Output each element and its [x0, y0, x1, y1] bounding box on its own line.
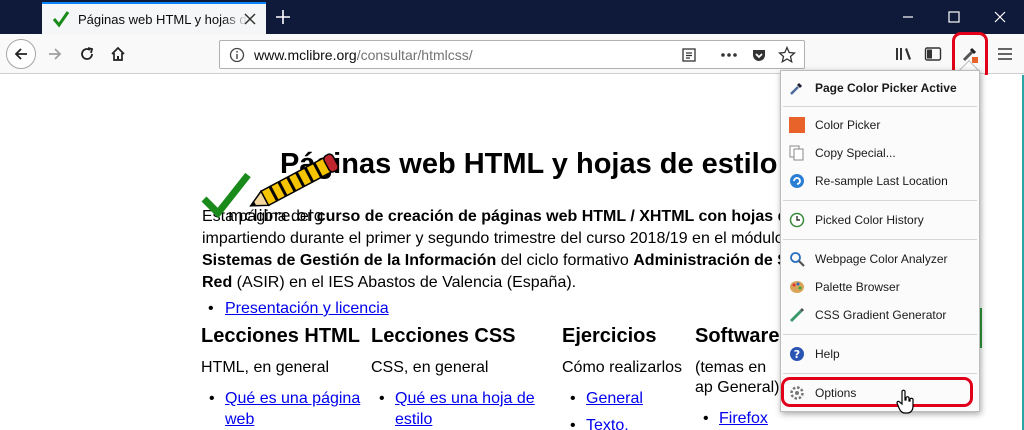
menu-item-label: Picked Color History: [815, 213, 924, 227]
menu-item-gradient[interactable]: CSS Gradient Generator: [781, 302, 979, 328]
column-html: Lecciones HTML HTML, en general Qué es u…: [201, 325, 375, 430]
eyedropper-icon: [789, 80, 805, 96]
sidebar-icon[interactable]: [918, 39, 948, 69]
column-link-list: General Texto,: [562, 388, 682, 430]
active-tab[interactable]: Páginas web HTML y hojas de estilo: [42, 2, 266, 34]
column-software: Software (temas en ap General) Firefox: [695, 325, 780, 430]
menu-separator: [783, 334, 977, 335]
list-item: Firefox: [703, 408, 780, 429]
minimize-button[interactable]: [888, 4, 928, 30]
column-heading: Software: [695, 325, 780, 347]
column-subheading: CSS, en general: [371, 359, 489, 376]
intro-line3-rest: del ciclo formativo: [496, 252, 634, 269]
column-link[interactable]: Texto,: [586, 417, 629, 430]
list-item: Texto,: [570, 415, 682, 430]
checkmark-favicon-icon: [52, 10, 70, 28]
history-icon: [789, 212, 805, 228]
column-link-list: Qué es una hoja de estilo: [371, 388, 545, 430]
home-button[interactable]: [103, 39, 133, 69]
new-tab-button[interactable]: [270, 4, 296, 30]
forward-button[interactable]: [40, 39, 70, 69]
menu-header-active[interactable]: Page Color Picker Active: [781, 75, 979, 101]
url-text[interactable]: www.mclibre.org/consultar/htmlcss/: [254, 47, 473, 63]
column-subheading: Cómo realizarlos: [562, 359, 683, 376]
column-heading: Lecciones CSS: [371, 325, 516, 347]
list-item: Qué es una página web: [209, 388, 375, 430]
navigation-toolbar: www.mclibre.org/consultar/htmlcss/: [0, 34, 1024, 74]
orange-swatch-icon: [789, 117, 805, 133]
list-item: General: [570, 388, 682, 409]
hand-cursor-icon: [896, 389, 916, 420]
help-icon: ?: [789, 346, 805, 362]
logo-text: mclibre.org: [228, 206, 325, 225]
intro-line3-bold: Sistemas de Gestión de la Información: [202, 252, 497, 269]
intro-line4-rest: (ASIR) en el IES Abastos de Valencia (Es…: [232, 274, 577, 291]
menu-item-analyzer[interactable]: Webpage Color Analyzer: [781, 246, 979, 272]
reload-button[interactable]: [72, 39, 102, 69]
svg-text:?: ?: [794, 348, 800, 361]
url-host: www.mclibre.org: [254, 46, 357, 63]
reader-view-icon[interactable]: [676, 42, 702, 68]
menu-separator: [783, 200, 977, 201]
column-link[interactable]: Firefox: [719, 410, 768, 427]
column-subheading: HTML, en general: [201, 359, 330, 376]
resample-icon: [789, 173, 805, 189]
library-icon[interactable]: [889, 39, 919, 69]
back-button[interactable]: [6, 39, 36, 69]
menu-item-label: CSS Gradient Generator: [815, 308, 947, 322]
menu-item-label: Copy Special...: [815, 146, 896, 160]
title-bar: Páginas web HTML y hojas de estilo: [0, 0, 1024, 34]
magnifier-icon: [789, 251, 805, 267]
presentation-link[interactable]: Presentación y licencia: [225, 300, 389, 317]
menu-separator: [783, 239, 977, 240]
menu-item-label: Help: [815, 347, 840, 361]
menu-item-resample[interactable]: Re-sample Last Location: [781, 168, 979, 194]
gradient-pencil-icon: [789, 307, 805, 323]
menu-item-copy-special[interactable]: Copy Special...: [781, 140, 979, 166]
menu-item-label: Webpage Color Analyzer: [815, 252, 948, 266]
column-link[interactable]: General: [586, 390, 643, 407]
menu-item-label: Color Picker: [815, 118, 881, 132]
palette-icon: [789, 279, 805, 295]
intro-line1-bold: curso de creación de páginas web HTML / …: [316, 208, 843, 225]
hamburger-menu-icon[interactable]: [990, 39, 1020, 69]
url-bar[interactable]: www.mclibre.org/consultar/htmlcss/: [219, 40, 805, 69]
intro-line4-bold: Red: [202, 274, 233, 291]
close-window-button[interactable]: [980, 4, 1020, 30]
menu-item-label: Palette Browser: [815, 280, 900, 294]
options-highlight-box: [781, 377, 973, 407]
maximize-button[interactable]: [934, 4, 974, 30]
column-heading: Lecciones HTML: [201, 325, 360, 347]
pocket-icon[interactable]: [746, 42, 772, 68]
column-link-list: Qué es una página web: [201, 388, 375, 430]
column-exercises: Ejercicios Cómo realizarlos General Text…: [562, 325, 682, 430]
menu-separator: [783, 106, 977, 107]
color-picker-menu: Page Color Picker Active Color Picker Co…: [780, 70, 980, 412]
menu-item-color-picker[interactable]: Color Picker: [781, 112, 979, 138]
menu-header-label: Page Color Picker Active: [815, 81, 957, 95]
list-item: Qué es una hoja de estilo: [379, 388, 545, 430]
column-subheading: (temas en ap General): [695, 359, 780, 396]
menu-item-help[interactable]: ? Help: [781, 341, 979, 367]
column-heading: Ejercicios: [562, 325, 657, 347]
top-list-item: Presentación y licencia: [208, 300, 389, 318]
copy-icon: [789, 145, 805, 161]
menu-item-palette[interactable]: Palette Browser: [781, 274, 979, 300]
bookmark-star-icon[interactable]: [774, 42, 800, 68]
site-info-icon[interactable]: [224, 42, 250, 68]
menu-item-label: Re-sample Last Location: [815, 174, 948, 188]
url-path: /consultar/htmlcss/: [356, 46, 473, 63]
close-tab-icon[interactable]: [242, 11, 258, 27]
column-link[interactable]: Qué es una página web: [225, 390, 360, 428]
column-css: Lecciones CSS CSS, en general Qué es una…: [371, 325, 545, 430]
page-actions-icon[interactable]: [716, 42, 742, 68]
menu-separator: [783, 373, 977, 374]
page-title: Páginas web HTML y hojas de estilo CSS: [280, 148, 846, 180]
tab-title: Páginas web HTML y hojas de estilo: [78, 11, 248, 27]
column-link[interactable]: Qué es una hoja de estilo: [395, 390, 535, 428]
menu-item-history[interactable]: Picked Color History: [781, 207, 979, 233]
column-link-list: Firefox: [695, 408, 780, 429]
